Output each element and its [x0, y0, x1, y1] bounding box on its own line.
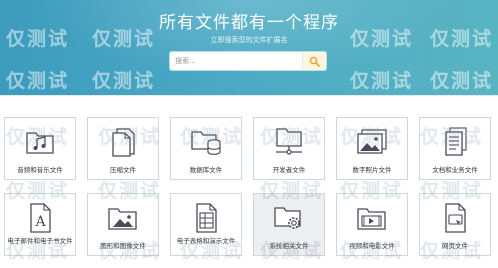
image-folder-icon [106, 202, 140, 234]
web-page-icon [438, 202, 472, 234]
category-card-ebooks[interactable]: A 电子邮件和电子书文件 [4, 193, 76, 256]
page-title: 所有文件都有一个程序 [159, 13, 339, 33]
category-card-documents[interactable]: 文档和业务文件 [419, 117, 491, 180]
category-label: 视频和电影文件 [349, 242, 395, 250]
svg-text:A: A [34, 214, 46, 230]
category-card-video[interactable]: 视频和电影文件 [336, 193, 408, 256]
spreadsheet-icon [189, 202, 223, 234]
header-divider [0, 95, 498, 96]
category-label: 电子邮件和电子书文件 [7, 237, 73, 245]
category-label: 开发者文件 [272, 166, 306, 174]
page-subtitle: 立即搜索您的文件扩展名 [210, 36, 288, 44]
category-card-developer[interactable]: 开发者文件 [253, 117, 325, 180]
category-label: 电子表格和演示文件 [176, 237, 236, 245]
document-icon [438, 126, 472, 158]
hero-banner: 所有文件都有一个程序 立即搜索您的文件扩展名 [0, 0, 498, 95]
category-label: 音频和音乐文件 [17, 166, 63, 174]
category-label: 文档和业务文件 [432, 166, 478, 174]
category-card-compressed[interactable]: 压缩文件 [87, 117, 159, 180]
compressed-files-icon [106, 126, 140, 158]
music-folder-icon [23, 126, 57, 158]
search-icon [309, 56, 320, 67]
category-card-audio[interactable]: 音频和音乐文件 [4, 117, 76, 180]
category-card-photos[interactable]: 数字照片文件 [336, 117, 408, 180]
category-label: 压缩文件 [110, 166, 136, 174]
category-card-web[interactable]: 网页文件 [419, 193, 491, 256]
font-document-icon: A [23, 202, 57, 234]
category-label: 系统相关文件 [269, 242, 309, 250]
category-card-database[interactable]: 数据库文件 [170, 117, 242, 180]
category-label: 图形和图像文件 [100, 242, 146, 250]
photos-icon [355, 126, 389, 158]
category-label: 数字照片文件 [352, 166, 392, 174]
category-card-system[interactable]: 系统相关文件 [253, 193, 325, 256]
category-label: 数据库文件 [189, 166, 223, 174]
video-folder-icon [355, 202, 389, 234]
network-folder-icon [272, 126, 306, 158]
category-card-spreadsheets[interactable]: 电子表格和演示文件 [170, 193, 242, 256]
database-folder-icon [189, 126, 223, 158]
category-card-graphics[interactable]: 图形和图像文件 [87, 193, 159, 256]
search-input[interactable] [170, 52, 302, 70]
search-bar [170, 52, 326, 70]
search-button[interactable] [302, 52, 326, 70]
settings-folder-icon [272, 202, 306, 234]
category-label: 网页文件 [442, 242, 468, 250]
